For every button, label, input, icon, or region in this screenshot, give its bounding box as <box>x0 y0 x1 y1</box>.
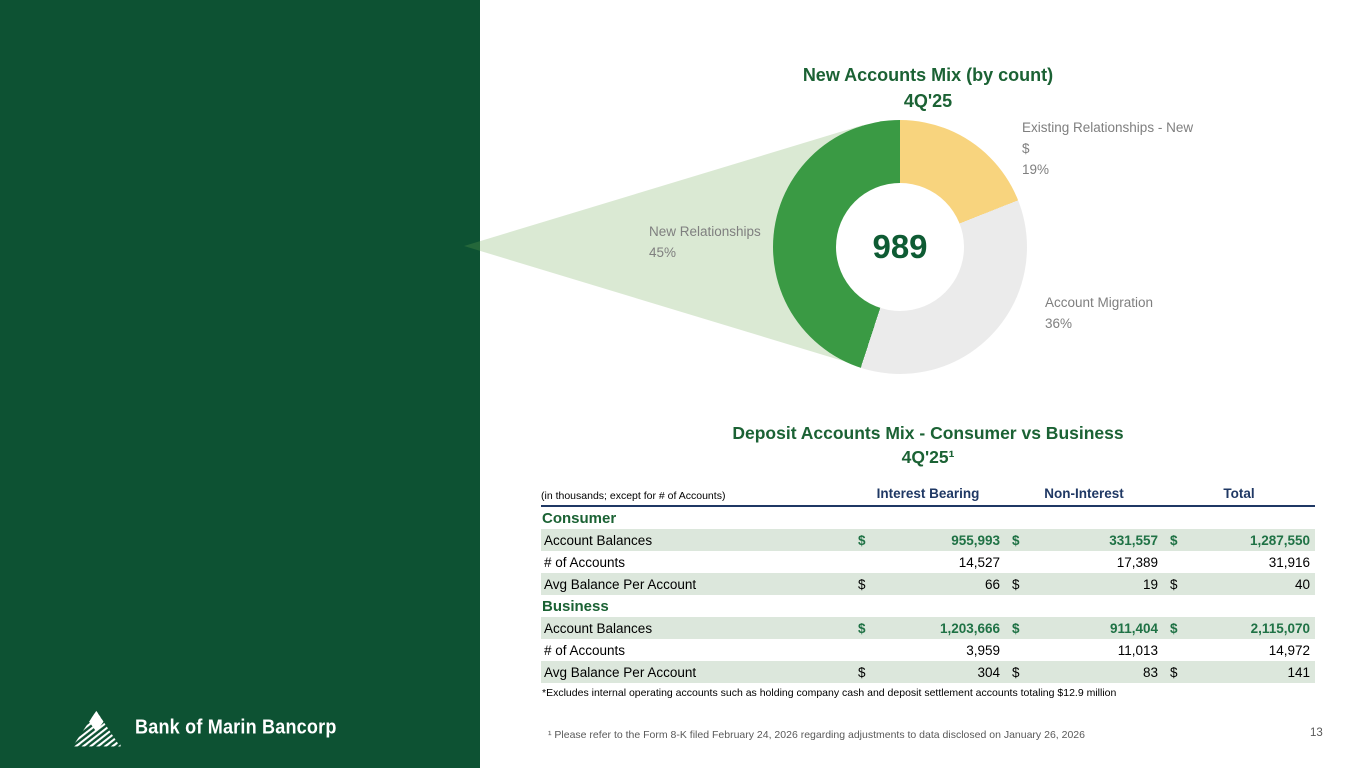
donut-chart-subtitle: 4Q'25 <box>903 91 953 111</box>
dollar-sign: $ <box>858 620 866 636</box>
table-cell: $331,557 <box>1005 533 1163 548</box>
mountain-icon <box>72 710 121 747</box>
dollar-sign: $ <box>1170 576 1178 592</box>
row-label: Account Balances <box>544 620 653 636</box>
cell-value: 911,404 <box>1109 620 1158 636</box>
dollar-sign: $ <box>1012 620 1020 636</box>
company-logo: Bank of Marin Bancorp <box>72 708 347 748</box>
slice-label: Account Migration <box>1045 295 1154 310</box>
donut-label-account-migration: Account Migration 36% <box>1045 292 1255 334</box>
donut-hole: 989 <box>836 183 964 311</box>
column-header-total: Total <box>1223 486 1255 501</box>
table-cell: 14,972 <box>1163 643 1315 658</box>
table-title: Deposit Accounts Mix - Consumer vs Busin… <box>541 421 1315 469</box>
slice-label: Existing Relationships - New $ <box>1022 120 1194 156</box>
cell-value: 11,013 <box>1117 642 1158 658</box>
deposit-table: Deposit Accounts Mix - Consumer vs Busin… <box>541 421 1315 699</box>
table-cell: $83 <box>1005 665 1163 680</box>
donut-label-new-relationships: New Relationships 45% <box>649 221 761 263</box>
row-label: # of Accounts <box>544 554 626 570</box>
slice-percent: 19% <box>1022 162 1050 177</box>
table-header-row: (in thousands; except for # of Accounts)… <box>541 486 1315 507</box>
dollar-sign: $ <box>858 532 866 548</box>
slice-percent: 45% <box>649 245 677 260</box>
table-cell: 31,916 <box>1163 555 1315 570</box>
column-header-non-interest: Non-Interest <box>1044 486 1124 501</box>
cell-value: 14,527 <box>958 554 1000 570</box>
table-section-header: Business <box>542 597 609 615</box>
table-row: Account Balances $1,203,666 $911,404 $2,115… <box>541 617 1315 639</box>
column-header-interest-bearing: Interest Bearing <box>876 486 980 501</box>
dollar-sign: $ <box>1012 576 1020 592</box>
dollar-sign: $ <box>1170 620 1178 636</box>
cell-value: 304 <box>977 664 1000 680</box>
cell-value: 17,389 <box>1116 554 1158 570</box>
page-number: 13 <box>1310 727 1323 739</box>
cell-value: 331,557 <box>1109 532 1158 548</box>
table-row: Account Balances $955,993 $331,557 $1,287,5… <box>541 529 1315 551</box>
slice-label: New Relationships <box>649 224 761 239</box>
table-row: Avg Balance Per Account $66 $19 $40 <box>541 573 1315 595</box>
dollar-sign: $ <box>1170 664 1178 680</box>
row-label: Avg Balance Per Account <box>544 664 697 680</box>
table-cell: $1,287,550 <box>1163 533 1315 548</box>
table-subtitle: 4Q'25¹ <box>901 447 955 467</box>
table-cell: $1,203,666 <box>851 621 1005 636</box>
cell-value: 3,959 <box>966 642 1000 658</box>
slice-percent: 36% <box>1045 316 1073 331</box>
donut-chart-title: New Accounts Mix (by count) 4Q'25 <box>541 62 1315 114</box>
cell-value: 1,287,550 <box>1249 532 1310 548</box>
dollar-sign: $ <box>858 664 866 680</box>
row-label: Avg Balance Per Account <box>544 576 697 592</box>
table-cell: $911,404 <box>1005 621 1163 636</box>
sidebar-panel <box>0 0 480 768</box>
table-title-line: Deposit Accounts Mix - Consumer vs Busin… <box>732 423 1124 443</box>
table-section-header: Consumer <box>542 509 617 527</box>
table-cell: $955,993 <box>851 533 1005 548</box>
table-cell: $66 <box>851 577 1005 592</box>
row-label: Account Balances <box>544 532 653 548</box>
table-row: Avg Balance Per Account $304 $83 $141 <box>541 661 1315 683</box>
table-cell: $2,115,070 <box>1163 621 1315 636</box>
slide-footnote: ¹ Please refer to the Form 8-K filed Feb… <box>548 729 1085 741</box>
cell-value: 31,916 <box>1268 554 1310 570</box>
units-note: (in thousands; except for # of Accounts) <box>541 490 726 502</box>
dollar-sign: $ <box>858 576 866 592</box>
table-cell: 14,527 <box>851 555 1005 570</box>
cell-value: 14,972 <box>1268 642 1310 658</box>
deposit-table-body: Consumer Account Balances $955,993 $331,557… <box>541 507 1315 683</box>
cell-value: 141 <box>1287 664 1310 680</box>
dollar-sign: $ <box>1012 664 1020 680</box>
donut-chart: 989 <box>773 120 1027 374</box>
table-cell: $304 <box>851 665 1005 680</box>
donut-center-value: 989 <box>872 228 928 265</box>
table-cell: $19 <box>1005 577 1163 592</box>
cell-value: 66 <box>984 576 1000 592</box>
dollar-sign: $ <box>1170 532 1178 548</box>
table-cell: 17,389 <box>1005 555 1163 570</box>
table-cell: 3,959 <box>851 643 1005 658</box>
dollar-sign: $ <box>1012 532 1020 548</box>
cell-value: 19 <box>1142 576 1158 592</box>
table-row: # of Accounts 14,527 17,389 31,916 <box>541 551 1315 573</box>
table-cell: $141 <box>1163 665 1315 680</box>
row-label: # of Accounts <box>544 642 626 658</box>
table-cell: $40 <box>1163 577 1315 592</box>
donut-label-existing-relationships: Existing Relationships - New $ 19% <box>1022 117 1198 180</box>
table-footnote: *Excludes internal operating accounts su… <box>542 687 1117 699</box>
cell-value: 2,115,070 <box>1250 620 1310 636</box>
table-row: # of Accounts 3,959 11,013 14,972 <box>541 639 1315 661</box>
logo-text: Bank of Marin Bancorp <box>135 716 337 739</box>
cell-value: 1,203,666 <box>939 620 1000 636</box>
slide-page: Granular Deposit Account Composition 45%… <box>0 0 1365 768</box>
table-cell: 11,013 <box>1005 643 1163 658</box>
cell-value: 955,993 <box>951 532 1000 548</box>
donut-chart-title-line: New Accounts Mix (by count) <box>802 65 1054 85</box>
cell-value: 83 <box>1142 664 1158 680</box>
cell-value: 40 <box>1294 576 1310 592</box>
